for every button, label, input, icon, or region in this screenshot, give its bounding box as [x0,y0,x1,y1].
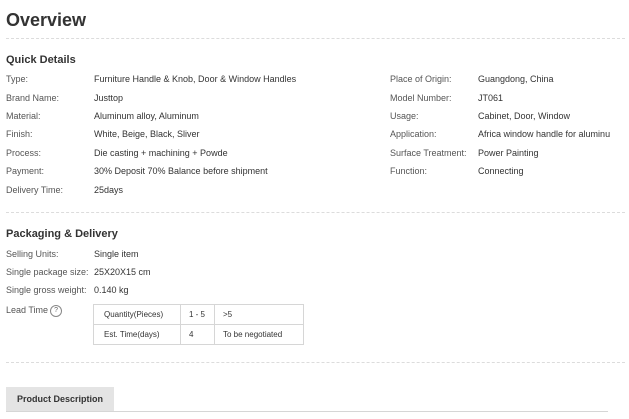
divider [6,362,625,363]
product-description-tab[interactable]: Product Description [6,387,114,411]
table-cell: >5 [214,304,304,325]
table-row: Est. Time(days) 4 To be negotiated [93,324,304,345]
detail-value: Justtop [94,93,124,103]
packaging-label: Selling Units: [6,249,59,259]
tab-underline [6,411,608,412]
table-row: Quantity(Pieces) 1 - 5 >5 [93,304,304,325]
table-cell: 4 [180,324,215,345]
detail-value: Africa window handle for aluminu [478,129,611,139]
table-cell: Est. Time(days) [93,324,181,345]
detail-label: Place of Origin: [390,74,452,84]
lead-time-label: Lead Time [6,305,49,315]
detail-label: Application: [390,129,437,139]
detail-value: Aluminum alloy, Aluminum [94,111,199,121]
divider [6,38,625,39]
detail-value: Cabinet, Door, Window [478,111,571,121]
detail-label: Process: [6,148,42,158]
detail-value: Die casting + machining + Powde [94,148,228,158]
packaging-value: 25X20X15 cm [94,267,151,277]
packaging-label: Single package size: [6,267,89,277]
detail-label: Material: [6,111,41,121]
detail-value: White, Beige, Black, Sliver [94,129,200,139]
table-cell: To be negotiated [214,324,304,345]
packaging-value: 0.140 kg [94,285,129,295]
quick-details-title: Quick Details [6,54,76,66]
packaging-label: Single gross weight: [6,285,87,295]
divider [6,212,625,213]
detail-label: Type: [6,74,29,84]
detail-value: 25days [94,185,124,195]
detail-value: Guangdong, China [478,74,554,84]
detail-value: Power Painting [478,148,539,158]
help-icon[interactable]: ? [50,305,63,317]
detail-label: Usage: [390,111,419,121]
detail-value: Connecting [478,166,524,176]
detail-label: Finish: [6,129,33,139]
detail-label: Delivery Time: [6,185,64,195]
detail-value: 30% Deposit 70% Balance before shipment [94,166,268,176]
page-title: Overview [6,10,87,30]
detail-value: Furniture Handle & Knob, Door & Window H… [94,74,297,84]
detail-label: Function: [390,166,428,176]
detail-label: Surface Treatment: [390,148,467,158]
detail-label: Payment: [6,166,45,176]
lead-time-label-group: Lead Time? [6,305,63,317]
packaging-delivery-title: Packaging & Delivery [6,228,118,240]
detail-label: Model Number: [390,93,452,103]
detail-label: Brand Name: [6,93,60,103]
detail-value: JT061 [478,93,504,103]
lead-time-table: Quantity(Pieces) 1 - 5 >5 Est. Time(days… [93,304,304,345]
table-cell: Quantity(Pieces) [93,304,181,325]
table-cell: 1 - 5 [180,304,215,325]
packaging-value: Single item [94,249,139,259]
